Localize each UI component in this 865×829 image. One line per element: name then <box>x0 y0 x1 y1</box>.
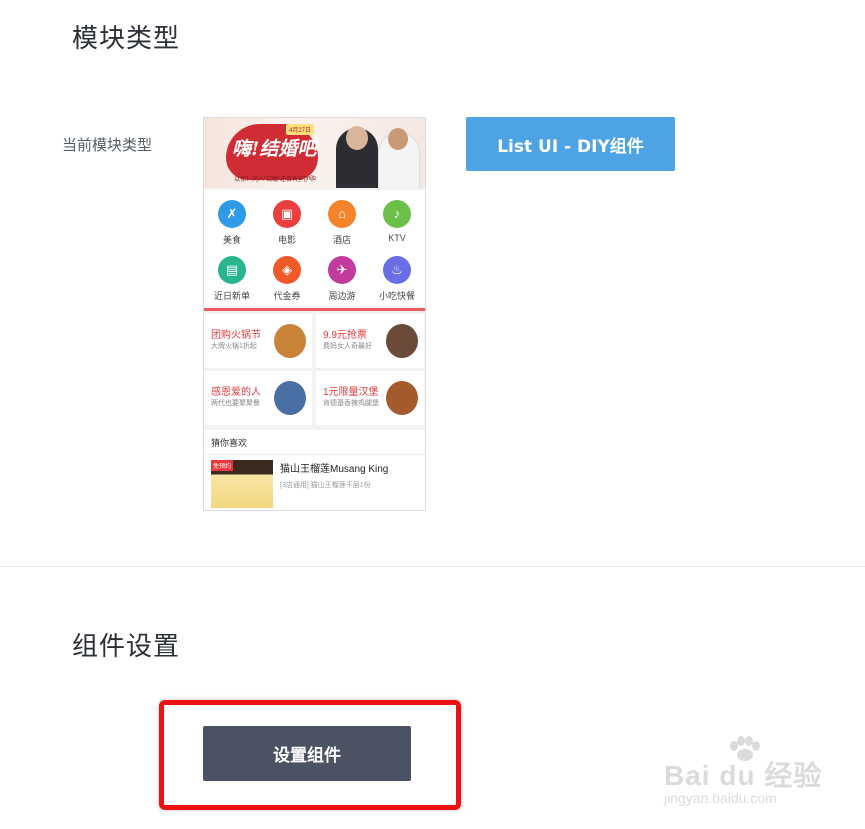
category-item[interactable]: ✗ 美食 <box>205 200 259 246</box>
module-type-button[interactable]: List UI - DIY组件 <box>466 117 675 171</box>
promo-subtitle: 肯德基香辣鸡腿堡 <box>323 400 379 407</box>
promo-subtitle: 两代也要聚聚餐 <box>211 400 260 407</box>
category-item[interactable]: ⌂ 酒店 <box>315 200 369 246</box>
category-item[interactable]: ♨ 小吃快餐 <box>370 256 424 302</box>
category-item[interactable]: ◈ 代金券 <box>260 256 314 302</box>
plane-icon: ✈ <box>328 256 356 284</box>
category-grid: ✗ 美食 ▣ 电影 ⌂ 酒店 ♪ KTV ▤ 近日新单 ◈ 代金券 ✈ 周边游 ♨ 小吃快餐 <box>204 190 425 311</box>
current-module-type-label: 当前模块类型 <box>62 136 153 154</box>
category-item[interactable]: ♪ KTV <box>370 200 424 243</box>
banner-date-tag: 4月27日 <box>286 124 315 135</box>
baidu-jingyan-watermark: Bai du 经验 jingyan.baidu.com <box>664 736 824 816</box>
microphone-icon: ♪ <box>383 200 411 228</box>
module-type-title: 模块类型 <box>72 24 181 54</box>
drink-cup-icon: ♨ <box>383 256 411 284</box>
carousel-dots <box>300 180 318 184</box>
configure-component-button[interactable]: 设置组件 <box>203 726 411 781</box>
category-label: 周边游 <box>328 291 356 301</box>
category-item[interactable]: ▤ 近日新单 <box>205 256 259 302</box>
deal-subtitle: [3店通用] 猫山王榴莲千层1份 <box>280 482 371 489</box>
promo-card: 9.9元抢票费妈女人奇最好 <box>316 314 424 368</box>
promo-title: 1元限量汉堡 <box>323 387 379 398</box>
carousel-dot <box>307 180 311 184</box>
woman-portrait-image <box>386 324 418 358</box>
film-icon: ▣ <box>273 200 301 228</box>
promo-card: 团购火锅节大牌火锅1折起 <box>204 314 312 368</box>
component-settings-title: 组件设置 <box>72 632 181 662</box>
hotel-icon: ⌂ <box>328 200 356 228</box>
promo-title: 团购火锅节 <box>211 330 261 341</box>
guess-you-like: 猜你喜欢 免预约 猫山王榴莲Musang King [3店通用] 猫山王榴莲千层… <box>204 430 425 510</box>
category-item[interactable]: ▣ 电影 <box>260 200 314 246</box>
watermark-brand: Bai du 经验 <box>664 760 823 791</box>
coupon-tag-icon: ◈ <box>273 256 301 284</box>
preview-banner: 嗨!结婚吧 4月27日 以你！向人“试婚”还会有些团购 <box>204 118 425 188</box>
divider <box>204 454 425 455</box>
watermark-url: jingyan.baidu.com <box>664 790 777 806</box>
clipboard-icon: ▤ <box>218 256 246 284</box>
burger-image <box>386 381 418 415</box>
category-label: 小吃快餐 <box>378 291 415 301</box>
guess-heading: 猜你喜欢 <box>211 438 248 448</box>
section-divider <box>0 566 865 567</box>
category-label: KTV <box>388 233 406 243</box>
family-photo-image <box>274 381 306 415</box>
category-label: 电影 <box>277 235 296 245</box>
promo-card: 1元限量汉堡肯德基香辣鸡腿堡 <box>316 371 424 425</box>
no-reservation-badge: 免预约 <box>211 460 234 471</box>
bride-head <box>388 128 408 150</box>
banner-title: 嗨!结婚吧 <box>232 138 317 160</box>
category-label: 美食 <box>222 235 241 245</box>
promo-title: 9.9元抢票 <box>323 330 367 341</box>
deal-title: 猫山王榴莲Musang King <box>280 464 389 475</box>
promo-subtitle: 大牌火锅1折起 <box>211 343 257 350</box>
promo-subtitle: 费妈女人奇最好 <box>323 343 372 350</box>
carousel-dot <box>314 180 318 184</box>
groom-head <box>346 126 368 150</box>
hotpot-image <box>274 324 306 358</box>
fork-knife-icon: ✗ <box>218 200 246 228</box>
category-item[interactable]: ✈ 周边游 <box>315 256 369 302</box>
promo-title: 感恩爱的人 <box>211 387 261 398</box>
carousel-dot <box>300 180 304 184</box>
module-preview: 嗨!结婚吧 4月27日 以你！向人“试婚”还会有些团购 ✗ 美食 ▣ 电影 ⌂ 酒店 ♪ KT… <box>203 117 426 511</box>
promo-card: 感恩爱的人两代也要聚聚餐 <box>204 371 312 425</box>
category-label: 酒店 <box>332 235 351 245</box>
category-label: 代金券 <box>273 291 301 301</box>
category-label: 近日新单 <box>213 291 250 301</box>
